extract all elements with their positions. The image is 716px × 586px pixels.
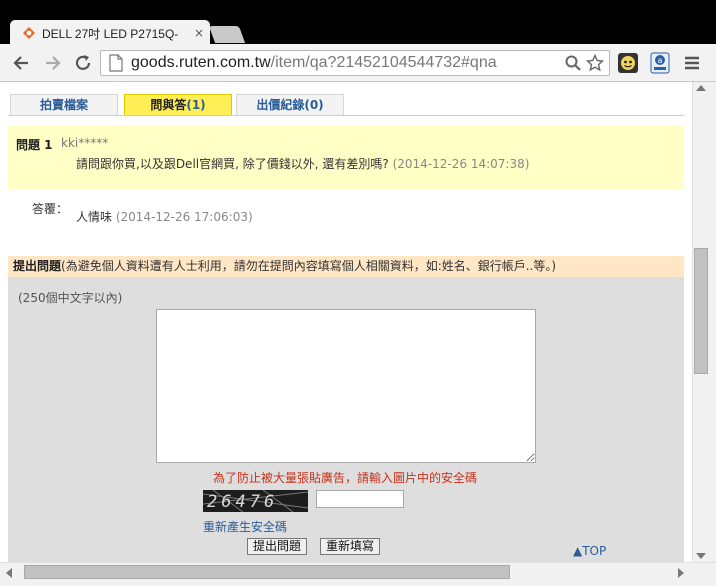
tab-qa-count: (1) <box>186 98 206 112</box>
answer-row: 人情味 (2014-12-26 17:06:03) <box>76 208 253 225</box>
answer-time: (2014-12-26 17:06:03) <box>115 210 253 224</box>
tab-item-info[interactable]: 拍賣檔案 <box>10 94 118 115</box>
tab-title: DELL 27吋 LED P2715Q- <box>42 26 179 41</box>
question-block: 問題 1 kki***** 請問跟你買,以及跟Dell官網買, 除了價錢以外, … <box>8 126 684 190</box>
question-label: 問題 1 <box>16 138 53 152</box>
horizontal-scroll-thumb[interactable] <box>24 565 510 579</box>
search-icon[interactable] <box>563 54 583 74</box>
scroll-up-arrow-icon[interactable] <box>696 85 706 91</box>
url-path: /item/qa?21452104544732#qna <box>270 54 497 71</box>
question-text-row: 請問跟你買,以及跟Dell官網買, 除了價錢以外, 還有差別嗎? (2014-1… <box>76 155 529 172</box>
reload-icon[interactable] <box>72 52 94 74</box>
forward-arrow-icon[interactable] <box>42 52 64 74</box>
svg-text:a: a <box>658 56 663 65</box>
tab-item-info-label: 拍賣檔案 <box>39 98 88 112</box>
submit-question-button[interactable]: 提出問題 <box>247 538 308 555</box>
extension-face-icon[interactable] <box>617 52 639 74</box>
back-to-top-link[interactable]: ▲TOP <box>573 544 606 558</box>
item-tabs: 拍賣檔案 問與答(1) 出價紀錄(0) <box>8 94 684 116</box>
close-tab-icon[interactable]: × <box>194 26 204 40</box>
back-arrow-icon[interactable] <box>10 52 32 74</box>
answer-label: 答覆： <box>32 202 69 216</box>
tab-bid-history-label: 出價紀錄 <box>256 98 305 112</box>
question-time: (2014-12-26 14:07:38) <box>392 157 530 171</box>
char-limit-note: (250個中文字以內) <box>18 291 123 305</box>
vertical-scrollbar[interactable] <box>692 82 716 562</box>
page-content: 拍賣檔案 問與答(1) 出價紀錄(0) 問題 1 kki***** 請問跟你買,… <box>0 82 692 562</box>
scroll-left-arrow-icon[interactable] <box>6 568 12 578</box>
bookmark-star-icon[interactable] <box>585 53 605 74</box>
horizontal-scrollbar[interactable] <box>0 562 716 586</box>
tab-qa[interactable]: 問與答(1) <box>124 94 232 115</box>
captcha-code: 26476 <box>207 492 278 512</box>
browser-tab[interactable]: DELL 27吋 LED P2715Q- × <box>10 20 210 46</box>
ask-question-title: 提出問題 <box>13 259 62 273</box>
tab-strip: DELL 27吋 LED P2715Q- × <box>0 0 716 46</box>
page-viewport: 拍賣檔案 問與答(1) 出價紀錄(0) 問題 1 kki***** 請問跟你買,… <box>0 82 716 586</box>
question-text: 請問跟你買,以及跟Dell官網買, 除了價錢以外, 還有差別嗎? <box>76 157 389 171</box>
ask-question-form: (250個中文字以內) 為了防止被大量張貼廣告，請輸入圖片中的安全碼 26476… <box>8 277 684 562</box>
extension-a-icon[interactable]: a <box>649 52 671 74</box>
ask-question-header: 提出問題(為避免個人資料遭有人士利用，請勿在提問內容填寫個人相關資料，如:姓名、… <box>8 256 684 277</box>
reset-form-button[interactable]: 重新填寫 <box>320 538 381 555</box>
tab-bid-history[interactable]: 出價紀錄(0) <box>236 94 344 115</box>
captcha-image: 26476 <box>203 490 308 512</box>
page-icon <box>109 54 125 72</box>
url-host: goods.ruten.com.tw <box>131 54 271 71</box>
captcha-input[interactable] <box>316 490 404 508</box>
tab-qa-label: 問與答 <box>150 98 187 112</box>
answer-text: 人情味 <box>76 210 113 224</box>
regenerate-captcha-link[interactable]: 重新產生安全碼 <box>203 518 287 535</box>
captcha-instruction: 為了防止被大量張貼廣告，請輸入圖片中的安全碼 <box>213 471 478 485</box>
question-user: kki***** <box>61 136 109 150</box>
new-tab-button[interactable] <box>208 26 246 43</box>
ruten-favicon-icon <box>22 26 36 40</box>
ask-question-note: (為避免個人資料遭有人士利用，請勿在提問內容填寫個人相關資料，如:姓名、銀行帳戶… <box>61 259 557 273</box>
question-textarea[interactable] <box>156 309 536 463</box>
scroll-right-arrow-icon[interactable] <box>678 568 684 578</box>
browser-toolbar: goods.ruten.com.tw/item/qa?2145210454473… <box>0 44 716 82</box>
browser-window: DELL 27吋 LED P2715Q- × goods.ruten.com.t… <box>0 0 716 586</box>
address-bar[interactable]: goods.ruten.com.tw/item/qa?2145210454473… <box>100 50 610 76</box>
vertical-scroll-thumb[interactable] <box>694 248 708 374</box>
tab-bid-history-count: (0) <box>304 98 324 112</box>
menu-hamburger-icon[interactable] <box>681 52 703 74</box>
scroll-down-arrow-icon[interactable] <box>696 553 706 559</box>
url-text: goods.ruten.com.tw/item/qa?2145210454473… <box>131 54 497 72</box>
